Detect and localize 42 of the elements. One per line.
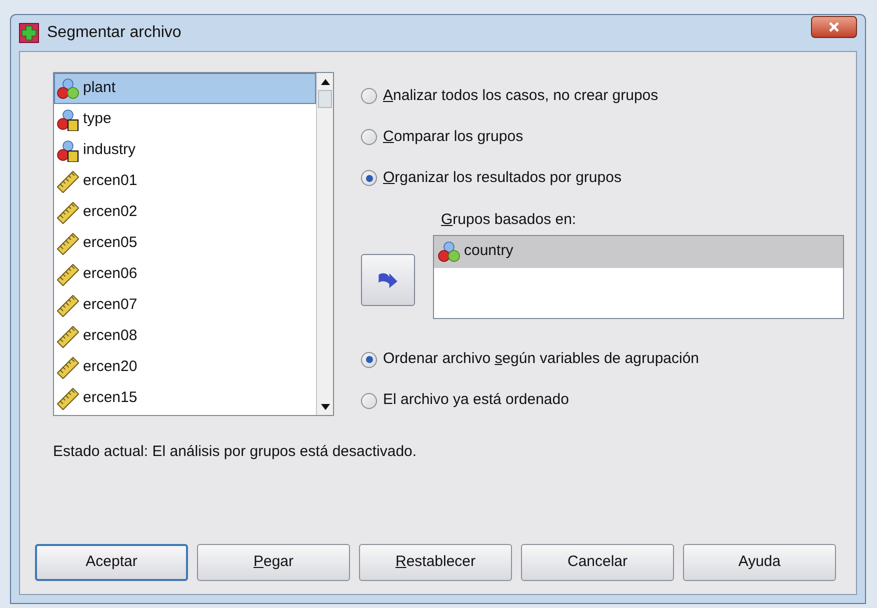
variable-item[interactable]: ercen06 — [54, 259, 316, 290]
variable-item[interactable]: ercen05 — [54, 228, 316, 259]
variable-item[interactable]: ercen07 — [54, 290, 316, 321]
scrollbar[interactable] — [316, 73, 333, 415]
status-text: Estado actual: El análisis por grupos está desactivado. — [53, 442, 418, 462]
radio-button[interactable] — [361, 88, 377, 104]
radio-label: El archivo ya está ordenado — [383, 390, 569, 410]
variable-item[interactable]: ercen15 — [54, 383, 316, 414]
window-title: Segmentar archivo — [47, 23, 182, 43]
move-right-button[interactable] — [361, 254, 415, 306]
close-button[interactable] — [811, 16, 857, 38]
dialog-button[interactable]: Cancelar — [521, 544, 674, 581]
radio-button[interactable] — [361, 352, 377, 368]
radio-button[interactable] — [361, 392, 377, 408]
variable-item[interactable]: industry — [54, 135, 316, 166]
dialog-button[interactable]: Ayuda — [683, 544, 836, 581]
dialog-button[interactable]: Pegar — [197, 544, 350, 581]
radio-label: Ordenar archivo según variables de agrupación — [383, 349, 700, 370]
string-variable-icon — [57, 108, 79, 130]
variable-item[interactable]: ercen08 — [54, 321, 316, 352]
variable-item[interactable]: plant — [54, 73, 316, 104]
dialog-button[interactable]: Aceptar — [35, 544, 188, 581]
groups-label: Grupos basados en: — [441, 210, 578, 230]
radio-button[interactable] — [361, 129, 377, 145]
variable-item[interactable]: ercen20 — [54, 352, 316, 383]
radio-button[interactable] — [361, 170, 377, 186]
radio-label: Comparar los grupos — [383, 126, 524, 147]
string-variable-icon — [57, 140, 79, 162]
variable-item[interactable]: ercen02 — [54, 197, 316, 228]
radio-label: Analizar todos los casos, no crear grupos — [383, 86, 658, 106]
close-icon — [828, 21, 840, 33]
scroll-up-icon[interactable] — [320, 78, 330, 84]
variable-item[interactable]: ercen01 — [54, 166, 316, 197]
radio-label: Organizar los resultados por grupos — [383, 168, 622, 188]
app-icon — [19, 23, 39, 43]
variable-item[interactable]: type — [54, 104, 316, 135]
group-item[interactable]: country — [434, 236, 843, 268]
dialog-button[interactable]: Restablecer — [359, 544, 512, 581]
nominal-variable-icon — [438, 240, 460, 262]
scroll-down-icon[interactable] — [320, 404, 330, 410]
scroll-thumb[interactable] — [318, 90, 332, 108]
nominal-variable-icon — [57, 78, 79, 100]
